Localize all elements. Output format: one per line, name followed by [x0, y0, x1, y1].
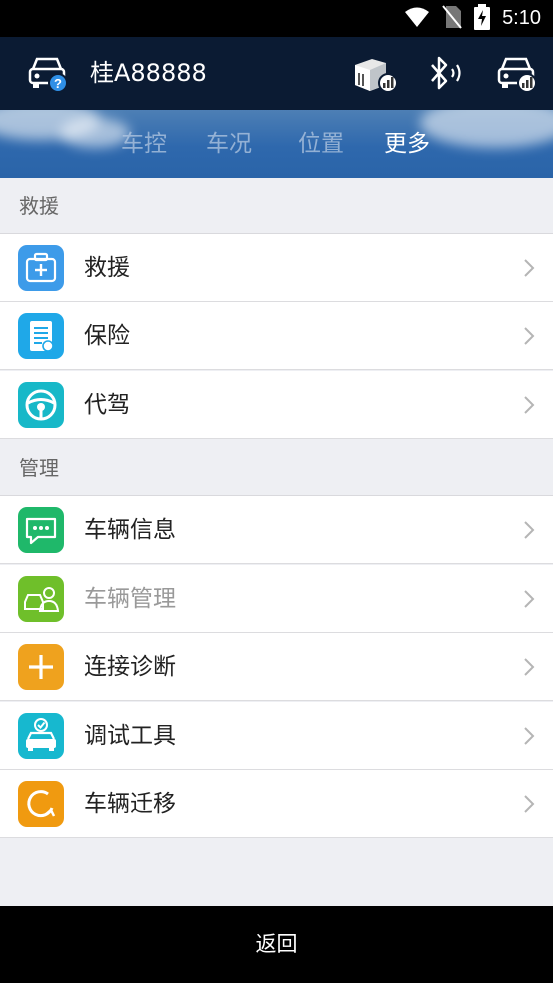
list-item-label: 车辆迁移	[84, 791, 176, 817]
status-bar: 5:10	[0, 0, 553, 37]
tab-bar: 车控 车况 位置 更多	[0, 110, 553, 178]
list-item-vehicle-management[interactable]: 车辆管理	[0, 565, 553, 633]
car-help-icon[interactable]: ?	[27, 55, 69, 97]
list-item-label: 保险	[84, 323, 130, 349]
list-item-designated-driver[interactable]: 代驾	[0, 371, 553, 439]
car-person-icon	[18, 576, 64, 622]
refresh-icon	[18, 781, 64, 827]
list-item-label: 车辆信息	[84, 517, 176, 543]
plus-icon	[18, 644, 64, 690]
bottom-bar: 返回	[0, 906, 553, 983]
list-item-vehicle-info[interactable]: 车辆信息	[0, 496, 553, 564]
section-header-rescue: 救援	[0, 178, 553, 234]
list-item-label: 连接诊断	[84, 654, 176, 680]
battery-icon	[474, 3, 491, 34]
chevron-right-icon	[523, 520, 535, 544]
tab-vehicle-control[interactable]: 车控	[121, 110, 167, 178]
list-item-connection-diagnosis[interactable]: 连接诊断	[0, 633, 553, 701]
sky-decoration	[60, 118, 130, 148]
list-item-vehicle-migration[interactable]: 车辆迁移	[0, 770, 553, 838]
chevron-right-icon	[523, 395, 535, 419]
tab-location[interactable]: 位置	[298, 110, 344, 178]
no-sim-icon	[442, 4, 462, 33]
tab-vehicle-status[interactable]: 车况	[206, 110, 252, 178]
chevron-right-icon	[523, 726, 535, 750]
list-item-label: 代驾	[84, 392, 130, 418]
car-stats-icon[interactable]	[496, 55, 538, 97]
bluetooth-icon[interactable]	[426, 55, 468, 97]
chevron-right-icon	[523, 258, 535, 282]
back-button[interactable]: 返回	[0, 906, 553, 983]
list-item-rescue[interactable]: 救援	[0, 234, 553, 302]
plate-number: 桂A88888	[90, 59, 207, 87]
app-header: ? 桂A88888	[0, 37, 553, 110]
obd-device-icon[interactable]	[352, 55, 398, 97]
wifi-icon	[404, 6, 430, 32]
list-item-label: 车辆管理	[84, 586, 176, 612]
svg-text:?: ?	[54, 76, 62, 91]
chevron-right-icon	[523, 657, 535, 681]
car-check-icon	[18, 713, 64, 759]
list-item-label: 调试工具	[84, 723, 176, 749]
list-item-insurance[interactable]: 保险	[0, 302, 553, 370]
tab-more[interactable]: 更多	[384, 110, 430, 178]
steering-wheel-icon	[18, 382, 64, 428]
insurance-document-icon	[18, 313, 64, 359]
section-header-management: 管理	[0, 440, 553, 496]
clock: 5:10	[502, 7, 541, 29]
chat-bubbles-icon	[18, 507, 64, 553]
first-aid-kit-icon	[18, 245, 64, 291]
chevron-right-icon	[523, 326, 535, 350]
chevron-right-icon	[523, 589, 535, 613]
chevron-right-icon	[523, 794, 535, 818]
list-item-debug-tools[interactable]: 调试工具	[0, 702, 553, 770]
list-item-label: 救援	[84, 255, 130, 281]
sky-decoration	[420, 110, 553, 148]
